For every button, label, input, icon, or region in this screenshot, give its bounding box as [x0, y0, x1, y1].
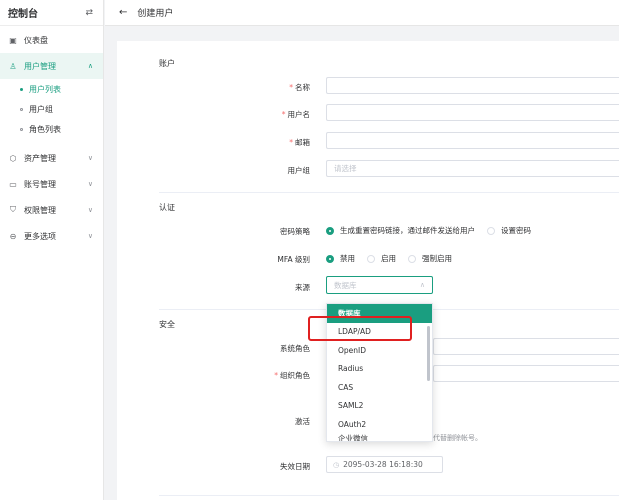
dropdown-option[interactable]: CAS [327, 378, 432, 397]
dropdown-option[interactable]: OpenID [327, 341, 432, 360]
asset-icon: ⬡ [9, 153, 17, 163]
chevron-down-icon: ∨ [87, 232, 93, 240]
radio-checked-icon [326, 226, 334, 235]
org-role-label: * 组织角色 [274, 371, 310, 380]
expire-date-label: 失效日期 [280, 462, 310, 471]
radio-label: 生成重置密码链接，通过邮件发送给用户 [340, 226, 475, 235]
radio-label: 启用 [381, 254, 396, 263]
sidebar-title: 控制台 [8, 9, 38, 20]
sidebar-item-asset-management[interactable]: ⬡ 资产管理 ∨ [0, 145, 103, 171]
source-label: 来源 [295, 283, 310, 292]
password-strategy-group: 生成重置密码链接，通过邮件发送给用户 设置密码 [326, 225, 543, 236]
system-role-select[interactable] [433, 338, 619, 355]
mfa-level-label: MFA 级别 [277, 255, 310, 264]
chevron-down-icon: ∨ [87, 206, 93, 214]
expire-date-value: 2095-03-28 16:18:30 [343, 460, 423, 469]
dashboard-icon: ▣ [9, 35, 17, 45]
system-role-label: 系统角色 [280, 344, 310, 353]
section-title-auth: 认证 [159, 203, 175, 212]
name-input[interactable] [326, 77, 619, 94]
swap-icon[interactable]: ⇄ [85, 8, 93, 18]
sidebar-subitem-user-list[interactable]: 用户列表 [0, 79, 103, 99]
chevron-down-icon: ∨ [87, 154, 93, 162]
sidebar-item-label: 仪表盘 [24, 35, 48, 45]
chevron-up-icon: ∧ [419, 281, 425, 289]
clock-icon: ◷ [333, 460, 340, 469]
sidebar-item-permission-management[interactable]: ⛉ 权限管理 ∨ [0, 197, 103, 223]
source-select[interactable]: 数据库 ∧ [326, 276, 433, 294]
sidebar-item-label: 用户管理 [24, 61, 56, 71]
sidebar-item-user-management[interactable]: ♙ 用户管理 ∧ [0, 53, 103, 79]
radio-unchecked-icon [487, 226, 495, 235]
password-option-reset-link[interactable]: 生成重置密码链接，通过邮件发送给用户 [326, 225, 475, 236]
sidebar-item-dashboard[interactable]: ▣ 仪表盘 [0, 27, 103, 53]
dropdown-option[interactable]: SAML2 [327, 397, 432, 416]
sidebar-item-label: 更多选项 [24, 231, 56, 241]
radio-unchecked-icon [408, 254, 416, 263]
email-label: * 邮箱 [289, 138, 310, 147]
name-label: * 名称 [289, 83, 310, 92]
radio-unchecked-icon [367, 254, 375, 263]
radio-label: 设置密码 [501, 226, 531, 235]
radio-label: 强制启用 [422, 254, 452, 263]
sidebar-item-label: 资产管理 [24, 153, 56, 163]
highlight-annotation-box [308, 316, 412, 341]
chevron-down-icon: ∨ [87, 180, 93, 188]
source-placeholder: 数据库 [334, 280, 357, 290]
sidebar-item-more-options[interactable]: ⊖ 更多选项 ∨ [0, 223, 103, 249]
sidebar-item-label: 权限管理 [24, 205, 56, 215]
dropdown-scrollbar[interactable] [427, 326, 430, 381]
active-label: 激活 [295, 417, 310, 426]
password-option-set[interactable]: 设置密码 [487, 225, 531, 236]
dot-icon [20, 87, 23, 91]
account-icon: ▭ [9, 179, 17, 189]
active-hint: 代替删除帐号。 [433, 434, 482, 442]
mfa-option-enable[interactable]: 启用 [367, 253, 396, 264]
mfa-option-force[interactable]: 强制启用 [408, 253, 452, 264]
radio-checked-icon [326, 254, 334, 263]
user-group-label: 用户组 [287, 166, 311, 175]
user-group-select[interactable]: 请选择 [326, 160, 619, 177]
sidebar-header: 控制台 ⇄ [0, 0, 103, 26]
username-input[interactable] [326, 104, 619, 121]
dot-icon [20, 107, 23, 111]
chevron-up-icon: ∧ [87, 62, 93, 70]
sidebar: 控制台 ⇄ ▣ 仪表盘 ♙ 用户管理 ∧ 用户列表 用户组 角色列表 ⬡ 资产管… [0, 0, 104, 500]
sidebar-subitem-user-group[interactable]: 用户组 [0, 99, 103, 119]
back-arrow-icon[interactable]: ← [119, 7, 127, 18]
email-input[interactable] [326, 132, 619, 149]
dropdown-option[interactable]: OAuth2 [327, 415, 432, 434]
dot-icon [20, 127, 23, 131]
password-strategy-label: 密码策略 [280, 227, 310, 236]
radio-label: 禁用 [340, 254, 355, 263]
section-title-account: 账户 [159, 59, 175, 68]
sidebar-subitem-label: 用户组 [29, 104, 53, 114]
shield-icon: ⛉ [10, 205, 16, 214]
dropdown-option[interactable]: 企业微信 [327, 434, 432, 441]
username-label: * 用户名 [281, 110, 310, 119]
page-header: ← 创建用户 [105, 0, 619, 26]
sidebar-subitem-role-list[interactable]: 角色列表 [0, 119, 103, 139]
mfa-option-disable[interactable]: 禁用 [326, 253, 355, 264]
sidebar-item-account-management[interactable]: ▭ 账号管理 ∨ [0, 171, 103, 197]
mfa-level-group: 禁用 启用 强制启用 [326, 253, 464, 264]
sidebar-item-label: 账号管理 [24, 179, 56, 189]
more-icon: ⊖ [9, 231, 17, 241]
sidebar-subitem-label: 用户列表 [29, 84, 61, 94]
section-divider [159, 495, 619, 496]
dropdown-option[interactable]: Radius [327, 360, 432, 379]
section-title-security: 安全 [159, 320, 175, 329]
user-icon: ♙ [9, 61, 17, 71]
org-role-select[interactable] [433, 365, 619, 382]
page-title: 创建用户 [137, 9, 174, 19]
section-divider [159, 192, 619, 193]
sidebar-subitem-label: 角色列表 [29, 124, 61, 134]
expire-date-input[interactable]: ◷ 2095-03-28 16:18:30 [326, 456, 443, 473]
